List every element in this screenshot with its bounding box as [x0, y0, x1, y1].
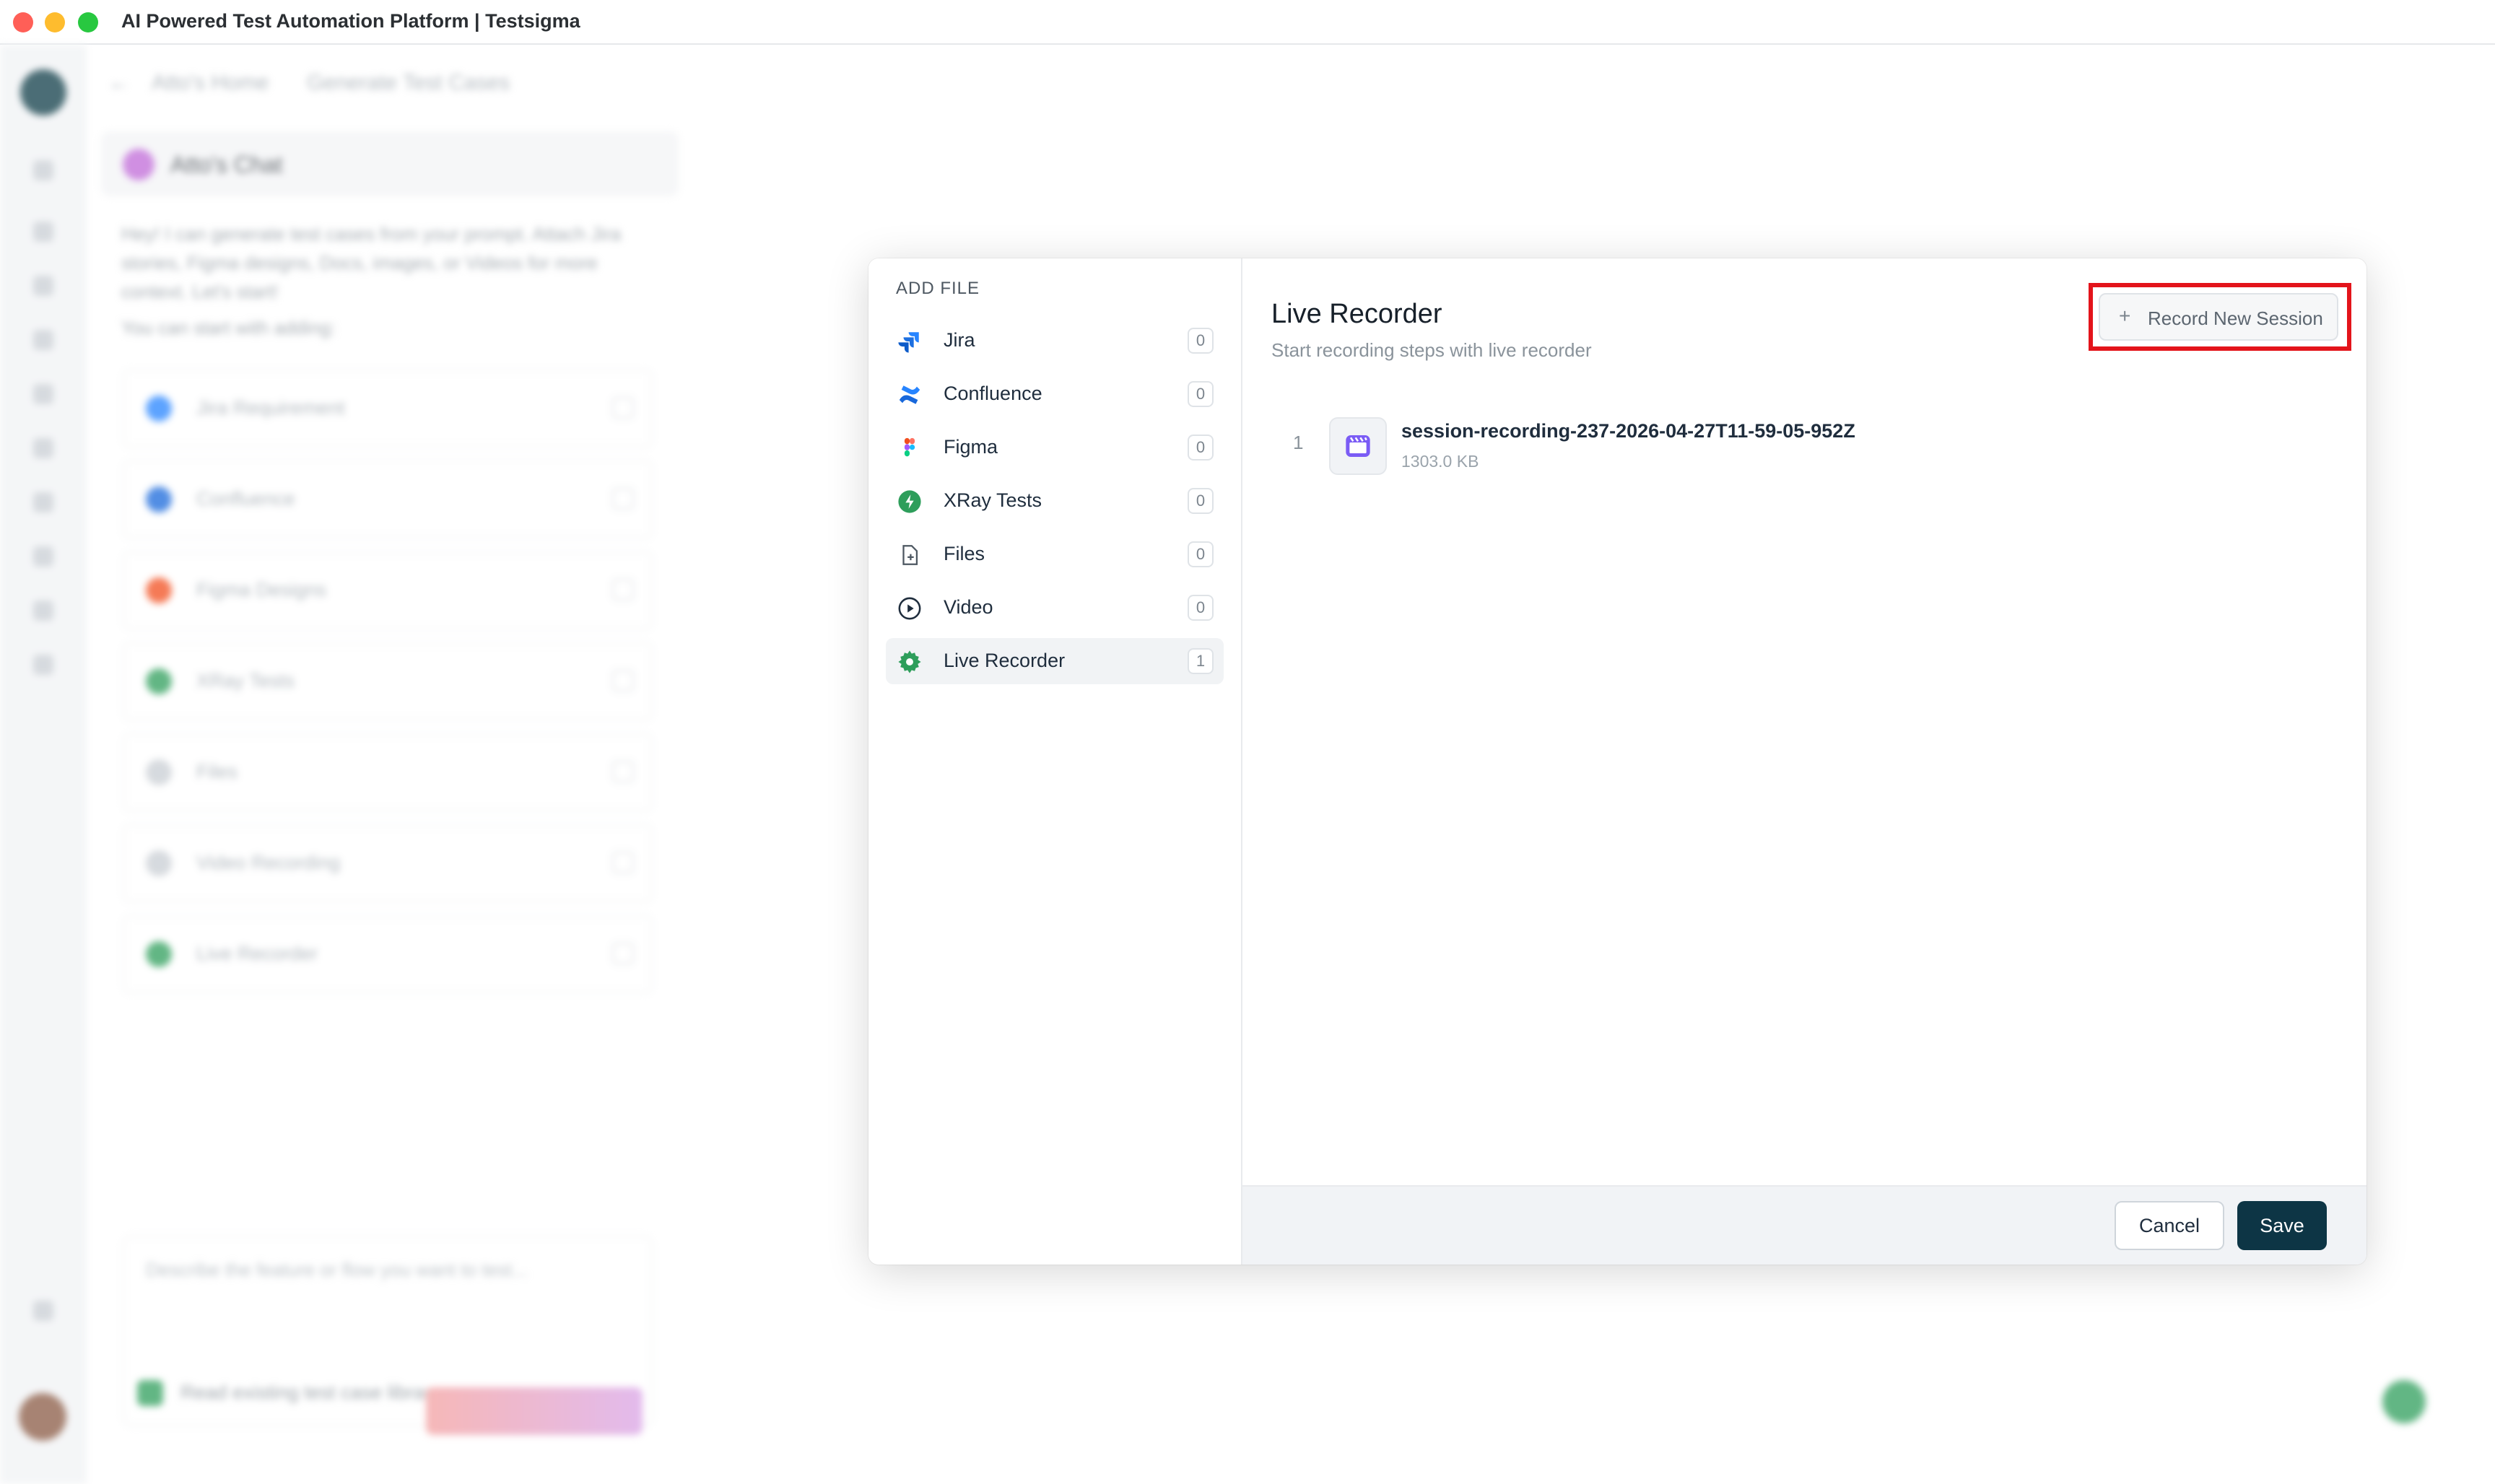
source-count-files: 0 — [1188, 541, 1214, 567]
source-item-video[interactable]: Video 0 — [886, 585, 1224, 631]
modal-footer: Cancel Save — [1242, 1185, 2366, 1265]
recording-file-row[interactable]: 1 session-recording-237-2026-04-27T11-59… — [1271, 416, 2325, 481]
plus-icon: + — [2119, 305, 2131, 327]
source-item-xray[interactable]: XRay Tests 0 — [886, 478, 1224, 524]
source-count-jira: 0 — [1188, 328, 1214, 354]
xray-icon — [898, 490, 921, 513]
source-count-xray: 0 — [1188, 488, 1214, 514]
figma-icon — [904, 437, 915, 457]
source-label-confluence: Confluence — [944, 383, 1042, 404]
source-item-files[interactable]: Files 0 — [886, 531, 1224, 577]
source-label-live-recorder: Live Recorder — [944, 650, 1066, 671]
confluence-icon — [899, 385, 920, 404]
save-button[interactable]: Save — [2237, 1201, 2327, 1250]
video-clapper-icon — [1346, 435, 1370, 457]
play-circle-icon — [898, 597, 921, 620]
source-count-live-recorder: 1 — [1188, 648, 1214, 674]
source-count-confluence: 0 — [1188, 381, 1214, 407]
source-label-xray: XRay Tests — [944, 489, 1042, 511]
sidebar-heading: ADD FILE — [896, 279, 980, 298]
source-label-figma: Figma — [944, 436, 998, 458]
window-minimize-button[interactable] — [45, 12, 65, 32]
source-item-confluence[interactable]: Confluence 0 — [886, 371, 1224, 417]
panel-subtitle: Start recording steps with live recorder — [1271, 339, 1592, 361]
source-label-video: Video — [944, 596, 993, 618]
window-titlebar: AI Powered Test Automation Platform | Te… — [0, 0, 2495, 45]
file-thumbnail — [1329, 417, 1387, 475]
cancel-button[interactable]: Cancel — [2115, 1201, 2224, 1250]
window-maximize-button[interactable] — [78, 12, 98, 32]
source-item-live-recorder[interactable]: Live Recorder 1 — [886, 638, 1224, 684]
source-item-jira[interactable]: Jira 0 — [886, 318, 1224, 364]
source-item-figma[interactable]: Figma 0 — [886, 424, 1224, 471]
source-count-video: 0 — [1188, 595, 1214, 621]
file-icon — [902, 545, 918, 565]
file-index: 1 — [1293, 432, 1304, 453]
file-name: session-recording-237-2026-04-27T11-59-0… — [1401, 420, 1855, 442]
file-size: 1303.0 KB — [1401, 452, 1479, 471]
window-close-button[interactable] — [13, 12, 33, 32]
gear-icon — [898, 650, 921, 673]
jira-icon — [898, 332, 919, 353]
record-new-session-label: Record New Session — [2148, 307, 2323, 329]
window-title: AI Powered Test Automation Platform | Te… — [121, 10, 580, 32]
source-label-jira: Jira — [944, 329, 975, 351]
record-new-session-button[interactable]: + Record New Session — [2099, 293, 2338, 341]
add-file-modal: ADD FILE Jira 0 Confluence 0 Figma 0 XRa… — [868, 258, 2366, 1265]
source-sidebar: ADD FILE Jira 0 Confluence 0 Figma 0 XRa… — [868, 258, 1242, 1265]
panel-title: Live Recorder — [1271, 299, 1442, 329]
live-recorder-panel: Live Recorder Start recording steps with… — [1242, 258, 2366, 1265]
source-count-figma: 0 — [1188, 435, 1214, 461]
source-label-files: Files — [944, 543, 985, 564]
